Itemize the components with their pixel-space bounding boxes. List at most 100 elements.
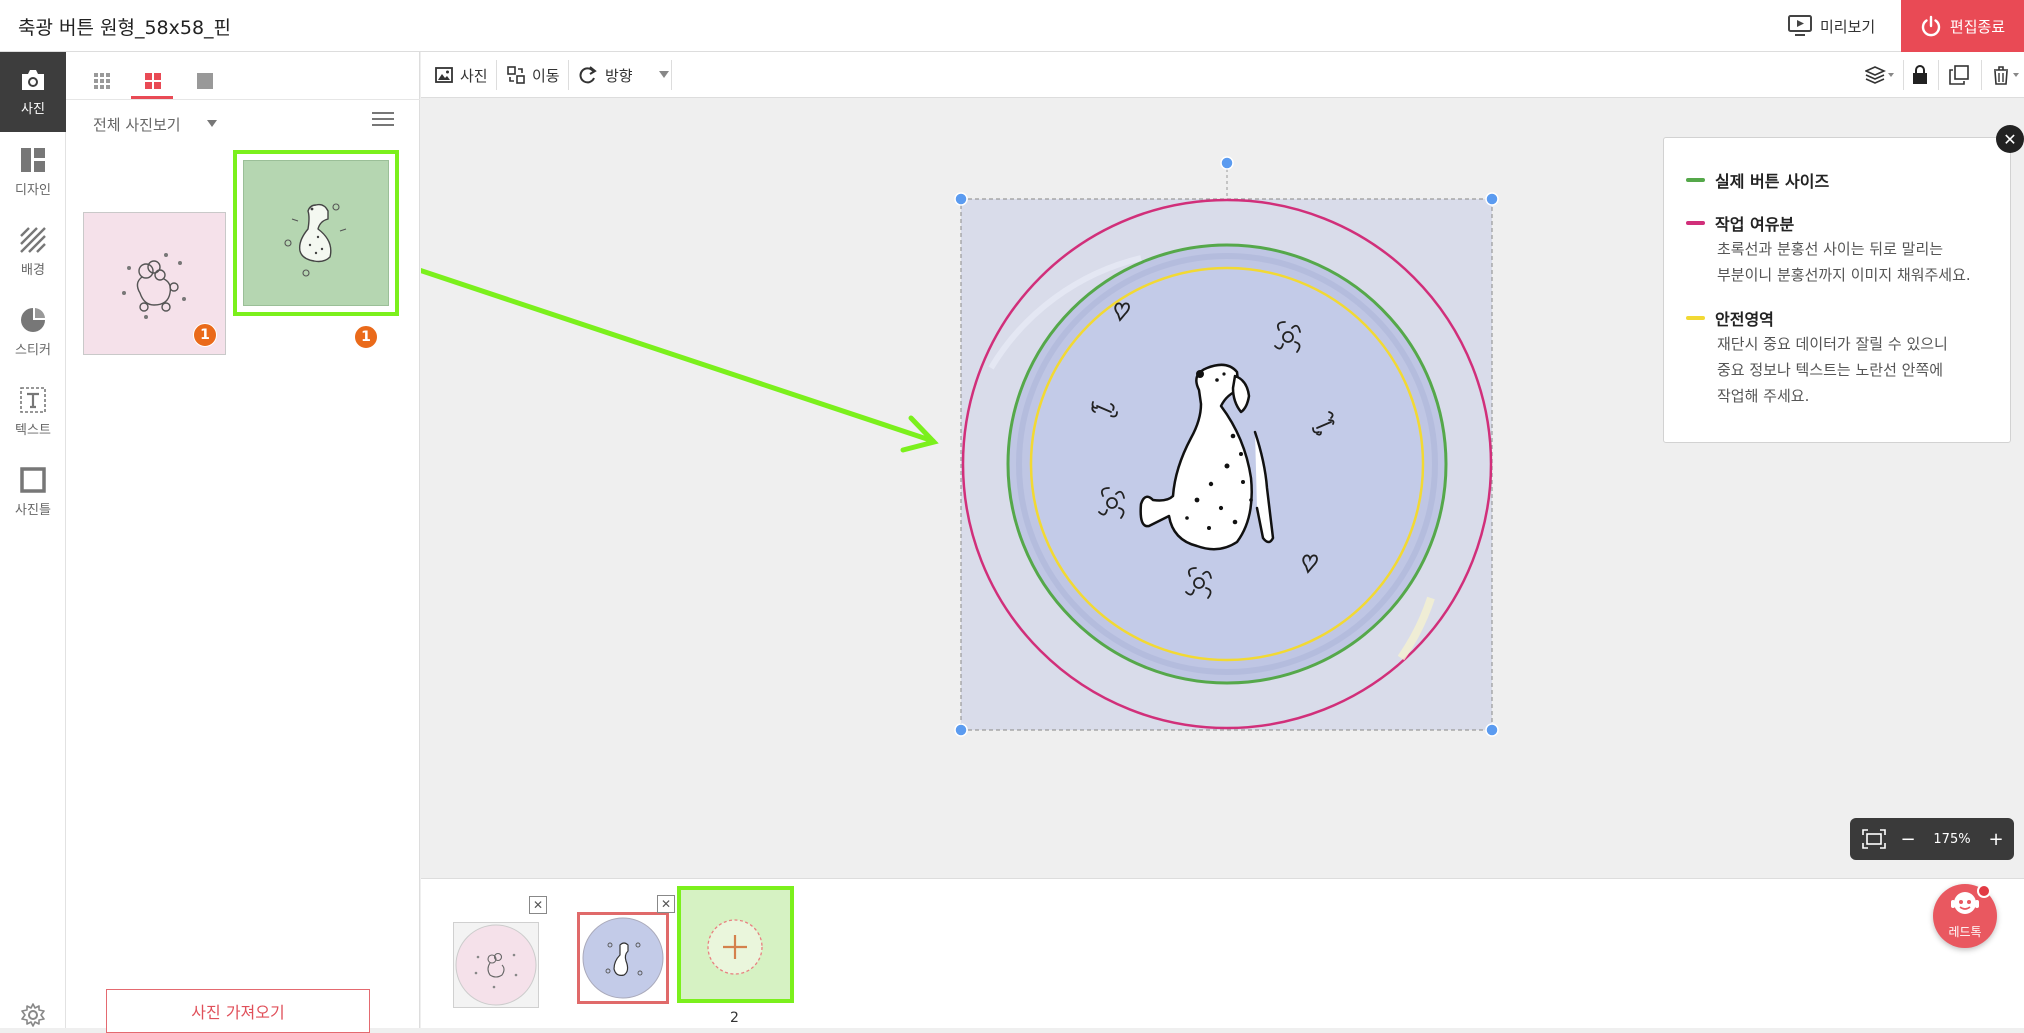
preview-button[interactable]: 미리보기 bbox=[1788, 10, 1875, 42]
rail-label: 사진 bbox=[21, 101, 45, 117]
page-strip: ✕ ✕ bbox=[421, 878, 2024, 1028]
top-bar: 축광 버튼 원형_58x58_핀 미리보기 편집종료 bbox=[0, 0, 2024, 52]
menu-icon bbox=[372, 110, 400, 128]
toolbar-separator bbox=[496, 60, 497, 90]
chat-button[interactable]: 레드톡 bbox=[1933, 884, 1997, 948]
photo-filter-dropdown[interactable]: 전체 사진보기 bbox=[93, 110, 217, 138]
notification-dot bbox=[1977, 884, 1991, 898]
divider bbox=[66, 99, 420, 100]
legend-description: 초록선과 분홍선 사이는 뒤로 말리는 부분이니 분홍선까지 이미지 채워주세요… bbox=[1717, 240, 1971, 284]
preview-label: 미리보기 bbox=[1820, 17, 1876, 36]
exit-label: 편집종료 bbox=[1949, 17, 2006, 36]
guide-legend: 실제 버튼 사이즈 작업 여유분 초록선과 분홍선 사이는 뒤로 말리는 부분이… bbox=[1663, 137, 2011, 443]
trash-icon bbox=[1991, 65, 2021, 85]
direction-tool-label: 방향 bbox=[605, 66, 633, 85]
zoom-in-button[interactable]: + bbox=[1984, 818, 2008, 860]
view-medium-grid-button[interactable] bbox=[138, 66, 168, 96]
gear-icon[interactable] bbox=[20, 1002, 46, 1028]
rail-label: 텍스트 bbox=[15, 422, 51, 438]
page-thumbnail[interactable] bbox=[577, 912, 669, 1004]
rail-label: 사진틀 bbox=[15, 502, 51, 518]
legend-actual-size: 실제 버튼 사이즈 bbox=[1686, 168, 1829, 192]
rotate-icon bbox=[578, 66, 598, 84]
legend-safe-area: 안전영역 bbox=[1686, 306, 1774, 330]
remove-page-button[interactable]: ✕ bbox=[529, 896, 547, 914]
photo-tool-label: 사진 bbox=[460, 66, 488, 85]
caret-down-icon[interactable] bbox=[659, 71, 669, 79]
zoom-out-button[interactable]: − bbox=[1896, 818, 1920, 860]
medium-grid-icon bbox=[145, 73, 161, 89]
image-icon bbox=[435, 67, 453, 83]
move-icon bbox=[507, 66, 525, 84]
zoom-control: − 175% + bbox=[1850, 818, 2014, 860]
filter-label: 전체 사진보기 bbox=[93, 115, 181, 134]
small-grid-icon bbox=[94, 73, 110, 89]
legend-title: 실제 버튼 사이즈 bbox=[1715, 172, 1830, 191]
text-icon bbox=[20, 386, 46, 413]
rail-item-sticker[interactable]: 스티커 bbox=[0, 292, 66, 372]
usage-count-badge: 1 bbox=[193, 323, 217, 347]
lock-button[interactable] bbox=[1912, 52, 1928, 98]
rail-label: 스티커 bbox=[15, 342, 51, 358]
view-small-grid-button[interactable] bbox=[87, 66, 117, 96]
layout-icon bbox=[20, 147, 46, 173]
close-legend-button[interactable]: ✕ bbox=[1996, 125, 2024, 153]
left-rail: 사진 디자인 배경 스티커 텍스트 사진틀 bbox=[0, 52, 66, 1028]
legend-description: 재단시 중요 데이터가 잘릴 수 있으니 중요 정보나 텍스트는 노란선 안쪽에… bbox=[1717, 335, 1948, 405]
fit-screen-icon bbox=[1862, 829, 1886, 849]
hamburger-menu-button[interactable] bbox=[372, 110, 400, 138]
rail-item-design[interactable]: 디자인 bbox=[0, 132, 66, 212]
layers-button[interactable] bbox=[1865, 52, 1895, 98]
legend-bleed: 작업 여유분 bbox=[1686, 211, 1794, 235]
view-single-button[interactable] bbox=[190, 66, 220, 96]
close-icon: ✕ bbox=[532, 898, 544, 912]
toolbar-separator bbox=[1981, 60, 1982, 90]
chatbot-icon bbox=[1949, 890, 1981, 918]
frame-icon bbox=[20, 466, 46, 493]
usage-count-badge: 1 bbox=[354, 325, 378, 349]
add-page-button[interactable] bbox=[677, 886, 794, 1003]
toolbar-separator bbox=[1938, 60, 1939, 90]
rail-label: 디자인 bbox=[15, 182, 51, 198]
chat-label: 레드톡 bbox=[1948, 925, 1982, 939]
zoom-level: 175% bbox=[1933, 831, 1971, 847]
legend-swatch bbox=[1686, 178, 1705, 182]
legend-swatch bbox=[1686, 221, 1705, 225]
page-thumbnail[interactable] bbox=[453, 922, 539, 1008]
legend-title: 작업 여유분 bbox=[1715, 215, 1795, 234]
delete-button[interactable] bbox=[1991, 52, 2021, 98]
single-square-icon bbox=[197, 73, 213, 89]
legend-title: 안전영역 bbox=[1715, 310, 1774, 329]
caret-down-icon bbox=[206, 120, 217, 128]
dalmatian-illustration bbox=[284, 203, 347, 277]
rail-item-frame[interactable]: 사진틀 bbox=[0, 452, 66, 532]
photo-thumbnail[interactable] bbox=[243, 160, 389, 306]
fit-screen-button[interactable] bbox=[1856, 818, 1892, 860]
rail-item-photo[interactable]: 사진 bbox=[0, 52, 66, 132]
move-tool-label: 이동 bbox=[532, 66, 560, 85]
photo-panel: 전체 사진보기 1 1 사진 가져오기 bbox=[66, 52, 420, 1033]
editor-toolbar: 사진 이동 방향 bbox=[421, 52, 2024, 98]
hatch-icon bbox=[20, 226, 46, 253]
copy-icon bbox=[1949, 65, 1969, 85]
toolbar-separator bbox=[671, 60, 672, 90]
close-icon: ✕ bbox=[660, 897, 672, 911]
legend-swatch bbox=[1686, 316, 1705, 320]
monitor-icon bbox=[1788, 15, 1812, 37]
document-title: 축광 버튼 원형_58x58_핀 bbox=[18, 17, 232, 39]
rail-item-background[interactable]: 배경 bbox=[0, 212, 66, 292]
exit-edit-button[interactable]: 편집종료 bbox=[1901, 0, 2024, 52]
toolbar-separator bbox=[568, 60, 569, 90]
power-icon bbox=[1920, 15, 1942, 37]
duplicate-button[interactable] bbox=[1949, 52, 1969, 98]
close-icon: ✕ bbox=[2003, 129, 2017, 149]
remove-page-button[interactable]: ✕ bbox=[657, 895, 675, 913]
direction-tool-button[interactable]: 방향 bbox=[578, 52, 633, 98]
rail-label: 배경 bbox=[21, 262, 45, 278]
rail-item-text[interactable]: 텍스트 bbox=[0, 372, 66, 452]
lock-icon bbox=[1912, 65, 1928, 85]
photo-tool-button[interactable]: 사진 bbox=[435, 52, 488, 98]
import-photos-button[interactable]: 사진 가져오기 bbox=[106, 989, 370, 1033]
move-tool-button[interactable]: 이동 bbox=[507, 52, 560, 98]
toolbar-separator bbox=[1903, 60, 1904, 90]
